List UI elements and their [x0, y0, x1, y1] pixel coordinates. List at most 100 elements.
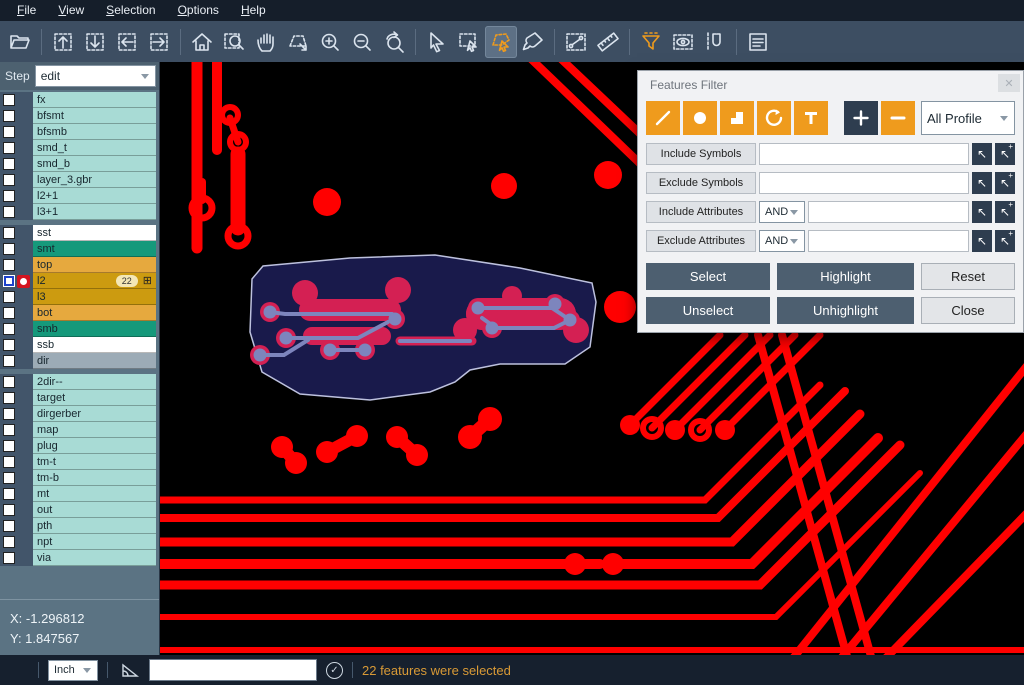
- pick-add-attribute-icon[interactable]: ↖+: [995, 230, 1015, 252]
- layer-visibility-checkbox[interactable]: [3, 472, 15, 484]
- layer-row[interactable]: tm-t ⊞: [0, 454, 156, 470]
- layer-row[interactable]: sst ⊞: [0, 225, 156, 241]
- layer-visibility-checkbox[interactable]: [3, 504, 15, 516]
- layer-visibility-checkbox[interactable]: [3, 355, 15, 367]
- menu-options[interactable]: Options: [167, 1, 230, 20]
- exclude-attributes-input[interactable]: [808, 230, 969, 252]
- rectangle-select-icon[interactable]: [453, 26, 485, 58]
- layer-row[interactable]: fx ⊞: [0, 92, 156, 108]
- layer-row[interactable]: tm-b ⊞: [0, 470, 156, 486]
- layer-row[interactable]: smd_t ⊞: [0, 140, 156, 156]
- exclude-symbols-input[interactable]: [759, 172, 969, 194]
- layer-row[interactable]: smb ⊞: [0, 321, 156, 337]
- layer-row[interactable]: dirgerber ⊞: [0, 406, 156, 422]
- profile-select[interactable]: All Profile: [921, 101, 1015, 135]
- zoom-previous-icon[interactable]: [378, 26, 410, 58]
- layer-row[interactable]: l3+1 ⊞: [0, 204, 156, 220]
- layer-name[interactable]: target ⊞: [33, 390, 156, 406]
- include-attributes-logic-select[interactable]: AND: [759, 201, 805, 223]
- layer-row[interactable]: map ⊞: [0, 422, 156, 438]
- unit-select[interactable]: Inch: [48, 660, 98, 681]
- layer-name[interactable]: bfsmb ⊞: [33, 124, 156, 140]
- layer-visibility-checkbox[interactable]: [3, 126, 15, 138]
- pick-symbol-icon[interactable]: ↖: [972, 172, 992, 194]
- layer-name[interactable]: sst ⊞: [33, 225, 156, 241]
- layer-name[interactable]: tm-b ⊞: [33, 470, 156, 486]
- layer-visibility-checkbox[interactable]: [3, 520, 15, 532]
- layer-name[interactable]: dirgerber ⊞: [33, 406, 156, 422]
- layer-row[interactable]: bfsmb ⊞: [0, 124, 156, 140]
- layer-row[interactable]: l2+1 ⊞: [0, 188, 156, 204]
- pan-down-icon[interactable]: [79, 26, 111, 58]
- exclude-attributes-button[interactable]: Exclude Attributes: [646, 230, 756, 252]
- menu-help[interactable]: Help: [230, 1, 277, 20]
- pan-hand-icon[interactable]: [250, 26, 282, 58]
- exclude-attributes-logic-select[interactable]: AND: [759, 230, 805, 252]
- surface-icon[interactable]: [720, 101, 754, 135]
- layer-row[interactable]: via ⊞: [0, 550, 156, 566]
- line-icon[interactable]: [646, 101, 680, 135]
- layer-visibility-checkbox[interactable]: [3, 408, 15, 420]
- layer-name[interactable]: layer_3.gbr ⊞: [33, 172, 156, 188]
- layer-name[interactable]: l2 22 ⊞: [33, 273, 156, 289]
- layer-visibility-checkbox[interactable]: [3, 259, 15, 271]
- layer-visibility-checkbox[interactable]: [3, 307, 15, 319]
- layer-name[interactable]: l3 ⊞: [33, 289, 156, 305]
- pick-symbol-icon[interactable]: ↖: [972, 143, 992, 165]
- layer-row[interactable]: npt ⊞: [0, 534, 156, 550]
- layer-name[interactable]: top ⊞: [33, 257, 156, 273]
- reset-button[interactable]: Reset: [921, 263, 1015, 290]
- layer-name[interactable]: map ⊞: [33, 422, 156, 438]
- layer-visibility-checkbox[interactable]: [3, 552, 15, 564]
- layer-visibility-checkbox[interactable]: [3, 94, 15, 106]
- measure-line-icon[interactable]: [560, 26, 592, 58]
- zoom-out-icon[interactable]: [346, 26, 378, 58]
- pan-right-icon[interactable]: [143, 26, 175, 58]
- open-file-icon[interactable]: [4, 26, 36, 58]
- step-select[interactable]: edit: [35, 65, 156, 87]
- layer-visibility-checkbox[interactable]: [3, 424, 15, 436]
- zoom-home-icon[interactable]: [186, 26, 218, 58]
- layer-name[interactable]: smt ⊞: [33, 241, 156, 257]
- snap-magnet-icon[interactable]: [699, 26, 731, 58]
- layer-row[interactable]: mt ⊞: [0, 486, 156, 502]
- layer-visibility-checkbox[interactable]: [3, 206, 15, 218]
- layer-name[interactable]: tm-t ⊞: [33, 454, 156, 470]
- layer-row[interactable]: l3 ⊞: [0, 289, 156, 305]
- include-attributes-input[interactable]: [808, 201, 969, 223]
- layer-row[interactable]: smt ⊞: [0, 241, 156, 257]
- paint-brush-icon[interactable]: [517, 26, 549, 58]
- close-button[interactable]: Close: [921, 297, 1015, 324]
- layer-name[interactable]: bfsmt ⊞: [33, 108, 156, 124]
- layer-row[interactable]: 2dir-- ⊞: [0, 374, 156, 390]
- pick-attribute-icon[interactable]: ↖: [972, 230, 992, 252]
- menu-file[interactable]: File: [6, 1, 47, 20]
- layer-visibility-checkbox[interactable]: [3, 323, 15, 335]
- close-icon[interactable]: ✕: [998, 74, 1020, 92]
- layer-name[interactable]: fx ⊞: [33, 92, 156, 108]
- command-input[interactable]: [149, 659, 317, 681]
- text-icon[interactable]: [794, 101, 828, 135]
- layer-row[interactable]: pth ⊞: [0, 518, 156, 534]
- layer-name[interactable]: dir ⊞: [33, 353, 156, 369]
- layer-visibility-checkbox[interactable]: [3, 339, 15, 351]
- layer-name[interactable]: npt ⊞: [33, 534, 156, 550]
- layer-name[interactable]: out ⊞: [33, 502, 156, 518]
- include-symbols-input[interactable]: [759, 143, 969, 165]
- layer-visibility-checkbox[interactable]: [3, 174, 15, 186]
- layer-visibility-checkbox[interactable]: [3, 440, 15, 452]
- highlight-button[interactable]: Highlight: [777, 263, 914, 290]
- layer-name[interactable]: pth ⊞: [33, 518, 156, 534]
- arc-icon[interactable]: [757, 101, 791, 135]
- features-filter-icon[interactable]: [635, 26, 667, 58]
- pick-add-symbol-icon[interactable]: ↖+: [995, 172, 1015, 194]
- layer-name[interactable]: bot ⊞: [33, 305, 156, 321]
- menu-view[interactable]: View: [47, 1, 95, 20]
- layer-visibility-checkbox[interactable]: [3, 291, 15, 303]
- pick-add-symbol-icon[interactable]: ↖+: [995, 143, 1015, 165]
- layer-visibility-checkbox[interactable]: [3, 376, 15, 388]
- select-pointer-icon[interactable]: [421, 26, 453, 58]
- layer-name[interactable]: smd_t ⊞: [33, 140, 156, 156]
- layer-row[interactable]: layer_3.gbr ⊞: [0, 172, 156, 188]
- layers-panel-icon[interactable]: [742, 26, 774, 58]
